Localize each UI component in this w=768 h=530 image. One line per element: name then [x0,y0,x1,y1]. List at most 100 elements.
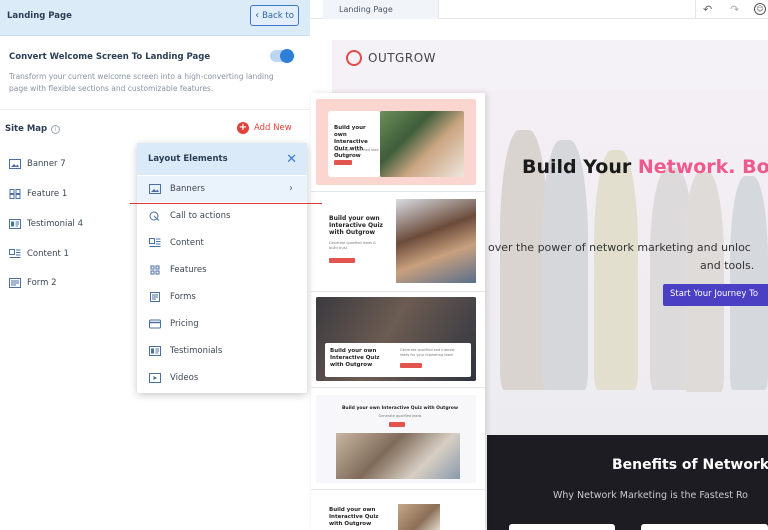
sitemap-item-label: Banner 7 [27,159,66,169]
accessibility-icon[interactable]: ☺ [754,3,766,15]
menu-item-label: Features [170,265,207,275]
banner-thumb-2[interactable]: Build your own Interactive Quiz with Out… [316,195,476,287]
banner-thumb-4[interactable]: Build your own Interactive Quiz with Out… [316,395,476,483]
sitemap-item-feature[interactable]: Feature 1 [9,189,67,199]
image-icon [9,159,21,169]
benefits-subtitle: Why Network Marketing is the Fastest Ro [553,490,748,501]
hero-person-5 [684,172,724,392]
benefits-section: Benefits of Network Why Network Marketin… [487,435,768,530]
thumb-cta [389,422,405,427]
sitemap-item-label: Content 1 [27,249,69,259]
sitemap-item-testimonial[interactable]: Testimonial 4 [9,219,83,229]
thumb-photo [380,111,464,177]
form-icon [150,292,160,302]
hero-title-part-a: Build Your [522,156,638,178]
info-icon[interactable]: i [51,124,61,134]
benefits-title: Benefits of Network [612,457,768,473]
tab-landing-page[interactable]: Landing Page [323,0,439,19]
outgrow-logo: OUTGROW [346,50,436,66]
sitemap-label: Site Map [5,124,48,134]
dropdown-header: Layout Elements ✕ [137,143,307,175]
menu-item-videos[interactable]: Videos [137,365,307,391]
thumb-subtitle: Generate a qualified lead in a few steps [334,148,379,157]
divider [311,489,485,490]
thumb-title: Build your own Interactive Quiz with Out… [341,406,459,411]
hero-subtitle-line-2: and tools. [700,259,755,272]
menu-item-banners[interactable]: Banners › [137,176,307,202]
menu-item-content[interactable]: Content [137,230,307,256]
undo-icon[interactable]: ↶ [703,3,712,16]
outgrow-logo-icon [346,50,362,66]
benefit-card [509,524,615,530]
thumb-title: Build your own Interactive Quiz with Out… [330,348,380,368]
divider [0,109,310,110]
form-icon [9,278,21,288]
back-button[interactable]: ‹ Back to [250,5,299,26]
sitemap-item-label: Feature 1 [27,189,68,199]
testimonial-icon [149,346,161,356]
sitemap-item-label: Testimonial 4 [27,219,84,229]
benefit-card [641,524,768,530]
menu-item-label: Content [170,238,204,248]
plus-icon: + [237,122,249,134]
banner-thumb-3[interactable]: Build your own Interactive Quiz with Out… [316,297,476,381]
content-icon [149,238,161,247]
menu-item-forms[interactable]: Forms [137,284,307,310]
banner-thumb-1[interactable]: Build your own Interactive Quiz with Out… [316,99,476,185]
hero-cta-button[interactable]: Start Your Journey To [663,284,768,306]
add-new-button[interactable]: + Add New [237,122,292,134]
divider [695,0,696,19]
hero-person-6 [730,176,768,390]
divider [311,387,485,388]
menu-item-features[interactable]: Features [137,257,307,283]
redo-icon[interactable]: ↷ [730,3,739,16]
thumb-subtitle: Generate qualified leads & build trust [329,241,376,250]
sitemap-item-form[interactable]: Form 2 [9,278,57,288]
logo-text: OUTGROW [368,51,437,65]
menu-item-label: Banners [170,184,205,194]
sitemap-item-banner[interactable]: Banner 7 [9,159,66,169]
sitemap-item-content[interactable]: Content 1 [9,249,69,259]
menu-item-label: Testimonials [170,346,223,356]
divider [311,191,485,192]
menu-item-pricing[interactable]: Pricing [137,311,307,337]
add-new-label: Add New [254,123,292,133]
menu-item-testimonials[interactable]: Testimonials [137,338,307,364]
card-icon [149,319,161,329]
content-icon [9,249,21,258]
testimonial-icon [9,219,21,229]
chevron-right-icon: › [289,183,293,194]
panel-title: Landing Page [7,11,72,21]
thumb-title: Build your own Interactive Quiz with Out… [329,215,383,236]
sitemap-item-label: Form 2 [27,278,57,288]
divider [311,291,485,292]
menu-item-label: Call to actions [170,211,231,221]
menu-item-label: Forms [170,292,196,302]
back-button-label: Back to [262,10,294,21]
close-icon[interactable]: ✕ [286,152,297,167]
thumb-cta [334,160,352,165]
convert-description: Transform your current welcome screen in… [9,72,274,93]
layout-elements-dropdown: Layout Elements ✕ Banners › Call to acti… [137,143,307,393]
cursor-icon [149,211,160,221]
convert-toggle[interactable] [270,49,294,63]
thumb-cta [329,258,355,263]
thumb-photo [336,433,460,479]
panel-header: Landing Page ‹ Back to [0,0,310,36]
thumb-cta [400,363,422,368]
grid-icon [9,189,21,199]
banner-thumb-5[interactable]: Build your own Interactive Quiz with Out… [316,498,476,530]
video-icon [149,373,161,383]
thumb-subtitle: Generate qualified leads [378,414,422,418]
menu-item-call-to-actions[interactable]: Call to actions [137,203,307,229]
dropdown-title: Layout Elements [148,154,228,164]
hero-title-part-b: Network. Boo [637,156,768,178]
thumb-subtitle: Generate qualified and interest leads fo… [400,348,455,357]
banner-thumbnails: Build your own Interactive Quiz with Out… [311,93,485,530]
thumb-photo [396,199,476,283]
menu-item-label: Pricing [170,319,199,329]
toggle-knob [280,49,294,63]
drop-indicator-line [130,203,322,204]
convert-title: Convert Welcome Screen To Landing Page [9,52,211,62]
thumb-photo [398,504,440,530]
